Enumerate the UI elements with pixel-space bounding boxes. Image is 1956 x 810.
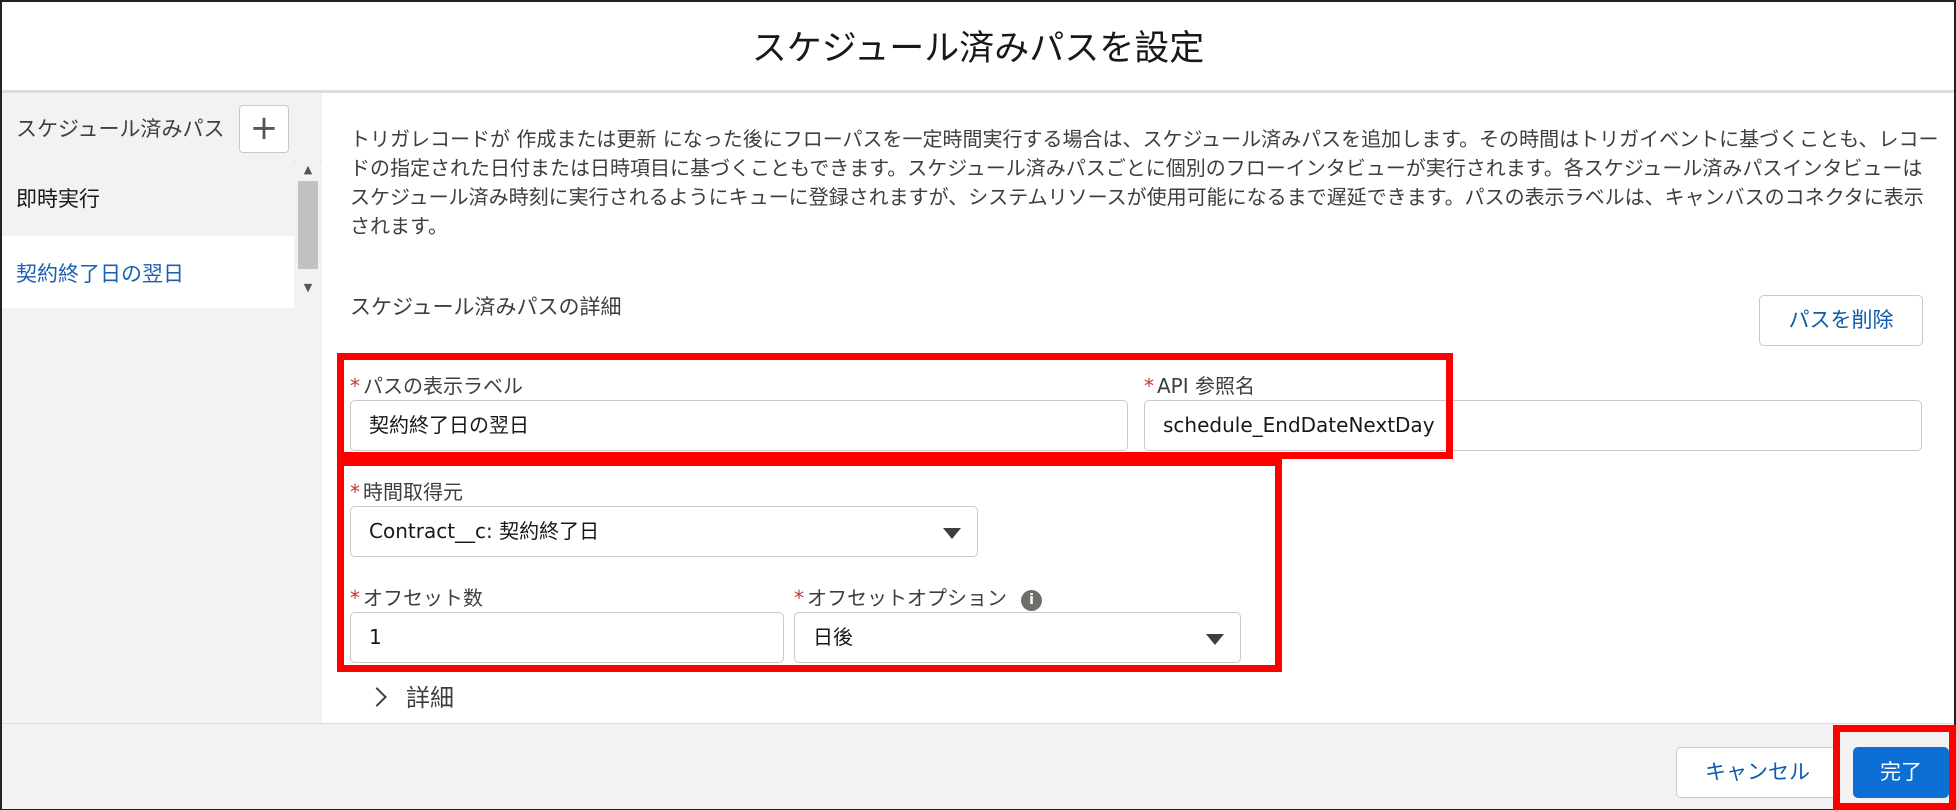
sidebar-scrollbar[interactable]: ▲ ▼ xyxy=(296,161,320,298)
dialog-footer: キャンセル 完了 xyxy=(2,723,1954,809)
add-path-button[interactable]: + xyxy=(239,105,289,153)
sidebar-title: スケジュール済みパス xyxy=(16,117,225,141)
sidebar-header: スケジュール済みパス + xyxy=(2,93,322,162)
dialog-title: スケジュール済みパスを設定 xyxy=(751,29,1205,69)
plus-icon: + xyxy=(249,108,279,148)
details-toggle[interactable]: 詳細 xyxy=(367,678,454,713)
dialog-header: スケジュール済みパスを設定 xyxy=(2,2,1954,93)
cancel-button[interactable]: キャンセル xyxy=(1676,747,1839,798)
chevron-right-icon xyxy=(367,687,387,707)
sidebar-item-next-day[interactable]: 契約終了日の翌日 xyxy=(2,236,294,308)
scroll-up-icon[interactable]: ▲ xyxy=(296,163,320,176)
description-text: トリガレコードが 作成または更新 になった後にフローパスを一定時間実行する場合は… xyxy=(350,127,1939,238)
sidebar-item-label: 即時実行 xyxy=(16,187,100,211)
sidebar-item-immediate[interactable]: 即時実行 xyxy=(2,161,294,233)
details-label: 詳細 xyxy=(406,684,454,712)
sidebar: スケジュール済みパス + 即時実行 契約終了日の翌日 ▲ ▼ xyxy=(2,93,322,723)
sidebar-item-label: 契約終了日の翌日 xyxy=(16,262,184,286)
highlight-box xyxy=(337,353,1453,459)
highlight-box xyxy=(1833,725,1956,810)
scroll-down-icon[interactable]: ▼ xyxy=(296,281,320,294)
delete-path-button[interactable]: パスを削除 xyxy=(1759,295,1923,346)
scrollbar-thumb[interactable] xyxy=(298,181,318,269)
section-title: スケジュール済みパスの詳細 xyxy=(350,295,622,319)
highlight-box xyxy=(337,459,1282,672)
